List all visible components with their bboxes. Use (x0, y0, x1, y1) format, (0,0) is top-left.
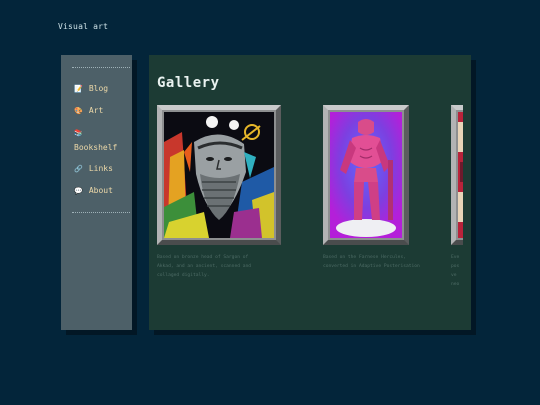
sidebar-item-label: About (88, 186, 113, 195)
artwork-frame (157, 105, 281, 245)
sidebar-divider-top (72, 67, 130, 68)
hercules-statue-image (330, 112, 402, 238)
partial-artwork-image (458, 112, 463, 238)
bust-collage-image (164, 112, 274, 238)
sidebar-item-label: Bookshelf (74, 143, 118, 152)
sidebar-item-about[interactable]: 💬 About (74, 185, 113, 197)
gallery-panel: Gallery Based on bronze head of Sargon o… (149, 55, 471, 330)
books-icon: 📚 (74, 129, 83, 137)
sidebar-item-label: Art (88, 106, 104, 115)
link-icon: 🔗 (74, 165, 83, 173)
site-title: Visual art (58, 22, 109, 31)
sidebar-item-blog[interactable]: 📝 Blog (74, 83, 108, 95)
sidebar-divider-bottom (72, 212, 130, 213)
artwork-image[interactable] (458, 112, 463, 238)
artwork-frame (323, 105, 409, 245)
artwork-image[interactable] (330, 112, 402, 238)
palette-icon: 🎨 (74, 107, 83, 115)
speech-bubble-icon: 💬 (74, 187, 83, 195)
sidebar-item-art[interactable]: 🎨 Art (74, 105, 103, 117)
memo-icon: 📝 (74, 85, 83, 93)
artwork-caption: Eve pos ve neo (451, 255, 460, 287)
sidebar-item-bookshelf[interactable]: 📚 Bookshelf (74, 127, 117, 153)
artwork-frame (451, 105, 463, 245)
sidebar: 📝 Blog 🎨 Art 📚 Bookshelf 🔗 Links 💬 About (61, 55, 132, 330)
artwork-image[interactable] (164, 112, 274, 238)
artwork-caption: Based on the Farnese Hercules, converted… (323, 255, 420, 269)
artwork-caption: Based on bronze head of Sargon of Akkad,… (157, 255, 252, 278)
sidebar-item-label: Links (88, 164, 113, 173)
sidebar-item-label: Blog (88, 84, 109, 93)
page-title: Gallery (157, 75, 220, 91)
sidebar-item-links[interactable]: 🔗 Links (74, 163, 113, 175)
